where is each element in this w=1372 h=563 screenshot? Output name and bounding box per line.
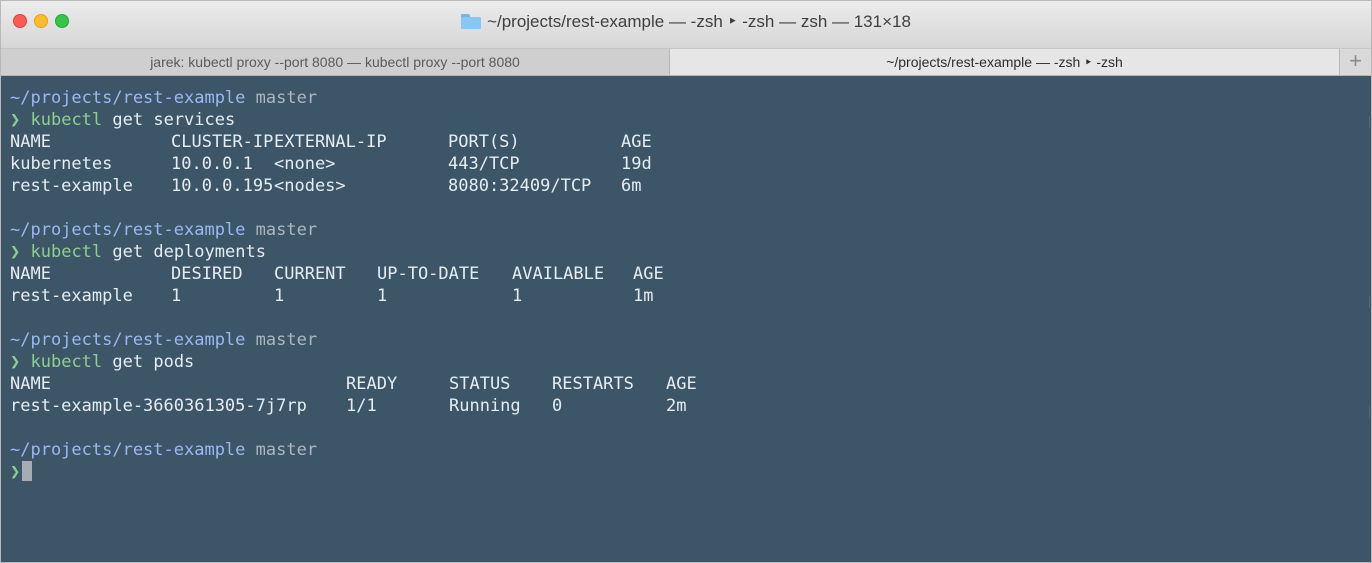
prompt-chevron-icon: ❯	[10, 242, 21, 262]
table-header: NAME READY STATUS RESTARTS AGE	[10, 373, 1371, 395]
table-cell: 10.0.0.195	[171, 176, 274, 196]
table-cell: 443/TCP	[448, 154, 520, 174]
tab-bar: jarek: kubectl proxy --port 8080 — kubec…	[1, 49, 1371, 76]
column-header: AVAILABLE	[512, 264, 605, 284]
text-cursor	[22, 461, 33, 481]
column-header: CLUSTER-IP	[171, 132, 274, 152]
column-header: AGE	[621, 132, 652, 152]
new-tab-button[interactable]: +	[1340, 49, 1371, 75]
prompt-line: ~/projects/rest-example master	[10, 439, 1371, 461]
table-cell: 0	[552, 396, 563, 416]
scroll-marker	[1369, 296, 1370, 308]
column-header: NAME	[10, 264, 51, 284]
column-header: STATUS	[449, 374, 511, 394]
table-cell: 6m	[621, 176, 642, 196]
column-header: PORT(S)	[448, 132, 520, 152]
git-branch: master	[255, 440, 318, 460]
command-line[interactable]: ❯	[10, 461, 1371, 483]
table-cell: 8080:32409/TCP	[448, 176, 592, 196]
table-cell: 2m	[666, 396, 687, 416]
title-bar[interactable]: ~/projects/rest-example — -zsh ‣ -zsh — …	[1, 1, 1371, 49]
column-header: RESTARTS	[552, 374, 634, 394]
terminal-window: ~/projects/rest-example — -zsh ‣ -zsh — …	[0, 0, 1372, 563]
prompt-line: ~/projects/rest-example master	[10, 329, 1371, 351]
table-cell: Running	[449, 396, 521, 416]
cwd-path: ~/projects/rest-example	[10, 88, 246, 108]
command-name: kubectl	[30, 352, 103, 372]
command-args: get pods	[112, 352, 195, 372]
table-header: NAME DESIRED CURRENT UP-TO-DATE AVAILABL…	[10, 263, 1371, 285]
table-cell: 10.0.0.1	[171, 154, 253, 174]
column-header: DESIRED	[171, 264, 243, 284]
table-cell: rest-example	[10, 286, 133, 306]
tab-kubectl-proxy[interactable]: jarek: kubectl proxy --port 8080 — kubec…	[1, 49, 670, 75]
table-cell: 1	[274, 286, 285, 306]
command-line: ❯ kubectl get pods	[10, 351, 1371, 373]
column-header: AGE	[633, 264, 664, 284]
tab-label: ~/projects/rest-example — -zsh ‣ -zsh	[886, 54, 1123, 70]
table-cell: 1m	[633, 286, 654, 306]
prompt-line: ~/projects/rest-example master	[10, 87, 1371, 109]
table-row: rest-example-3660361305-7j7rp 1/1 Runnin…	[10, 395, 1371, 417]
table-cell: <none>	[274, 154, 336, 174]
folder-icon	[461, 14, 482, 29]
table-cell: 1/1	[346, 396, 377, 416]
prompt-chevron-icon: ❯	[10, 110, 21, 130]
table-cell: 1	[171, 286, 182, 306]
command-args: get services	[112, 110, 236, 130]
prompt-chevron-icon: ❯	[10, 462, 21, 482]
table-cell: rest-example	[10, 176, 133, 196]
prompt-line: ~/projects/rest-example master	[10, 219, 1371, 241]
terminal-output[interactable]: ~/projects/rest-example master ❯ kubectl…	[1, 76, 1371, 562]
column-header: AGE	[666, 374, 697, 394]
table-row: kubernetes 10.0.0.1 <none> 443/TCP 19d	[10, 153, 1371, 175]
column-header: EXTERNAL-IP	[274, 132, 387, 152]
tab-rest-example[interactable]: ~/projects/rest-example — -zsh ‣ -zsh	[670, 49, 1340, 75]
scroll-marker	[1369, 406, 1370, 418]
table-row: rest-example 10.0.0.195 <nodes> 8080:324…	[10, 175, 1371, 197]
table-cell: rest-example-3660361305-7j7rp	[10, 396, 307, 416]
command-args: get deployments	[112, 242, 266, 262]
window-title: ~/projects/rest-example — -zsh ‣ -zsh — …	[487, 12, 911, 31]
cwd-path: ~/projects/rest-example	[10, 330, 246, 350]
command-name: kubectl	[30, 110, 103, 130]
command-line: ❯ kubectl get deployments	[10, 241, 1371, 263]
column-header: UP-TO-DATE	[377, 264, 480, 284]
table-header: NAME CLUSTER-IP EXTERNAL-IP PORT(S) AGE	[10, 131, 1371, 153]
table-cell: 19d	[621, 154, 652, 174]
cwd-path: ~/projects/rest-example	[10, 220, 246, 240]
git-branch: master	[255, 88, 318, 108]
column-header: NAME	[10, 374, 51, 394]
scroll-marker	[1369, 116, 1370, 128]
column-header: READY	[346, 374, 398, 394]
command-name: kubectl	[30, 242, 103, 262]
git-branch: master	[255, 220, 318, 240]
cwd-path: ~/projects/rest-example	[10, 440, 246, 460]
table-cell: kubernetes	[10, 154, 113, 174]
table-cell: 1	[512, 286, 523, 306]
table-row: rest-example 1 1 1 1 1m	[10, 285, 1371, 307]
table-cell: 1	[377, 286, 388, 306]
column-header: CURRENT	[274, 264, 346, 284]
window-title-area: ~/projects/rest-example — -zsh ‣ -zsh — …	[1, 12, 1371, 32]
command-line: ❯ kubectl get services	[10, 109, 1371, 131]
tab-label: jarek: kubectl proxy --port 8080 — kubec…	[150, 54, 520, 70]
column-header: NAME	[10, 132, 51, 152]
prompt-chevron-icon: ❯	[10, 352, 21, 372]
git-branch: master	[255, 330, 318, 350]
table-cell: <nodes>	[274, 176, 346, 196]
